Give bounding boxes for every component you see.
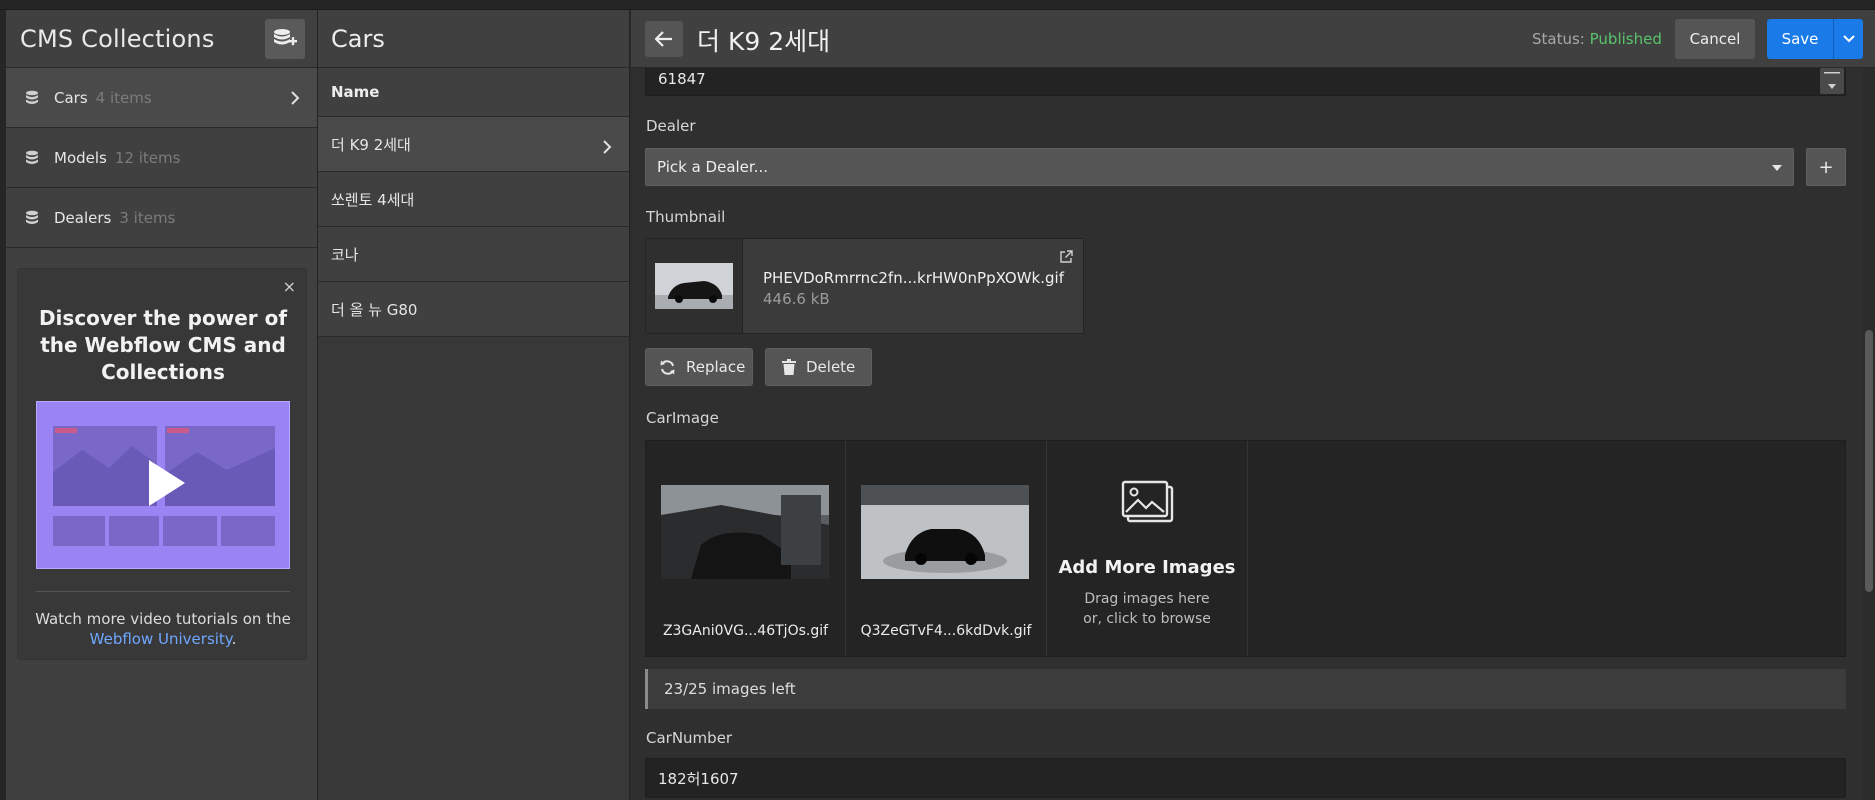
- replace-label: Replace: [686, 358, 746, 376]
- add-more-images-hint: Drag images here or, click to browse: [1047, 589, 1247, 629]
- add-collection-icon: [274, 29, 297, 46]
- collection-item-dealers[interactable]: Dealers 3 items: [6, 188, 317, 248]
- status-label: Status:: [1532, 30, 1585, 48]
- items-panel: Cars Name 더 K9 2세대 쏘렌토 4세대 코나 더 올 뉴 G80: [318, 10, 630, 800]
- promo-heading: Discover the power of the Webflow CMS an…: [38, 306, 288, 384]
- collection-count: 4 items: [95, 88, 152, 107]
- promo-video-thumbnail[interactable]: [36, 401, 290, 569]
- collection-item-models[interactable]: Models 12 items: [6, 128, 317, 188]
- delete-button[interactable]: Delete: [765, 348, 872, 386]
- add-dealer-button[interactable]: +: [1806, 148, 1846, 186]
- gallery-image-item[interactable]: Z3GAni0VG...46TjOs.gif: [646, 441, 846, 656]
- carimage-gallery: Z3GAni0VG...46TjOs.gif Q3ZeGTvF4...6kdDv…: [645, 440, 1846, 657]
- chevron-down-icon: [1842, 35, 1855, 43]
- external-link-icon[interactable]: [1059, 250, 1073, 264]
- cancel-button[interactable]: Cancel: [1675, 19, 1755, 59]
- add-more-images-title: Add More Images: [1058, 557, 1236, 578]
- add-hint-line2: or, click to browse: [1083, 611, 1211, 627]
- dealer-label: Dealer: [646, 117, 696, 135]
- thumbnail-card: PHEVDoRmrrnc2fn...krHW0nPpXOWk.gif 446.6…: [645, 238, 1084, 334]
- trash-icon: [782, 359, 796, 375]
- promo-divider: [36, 591, 290, 592]
- carnumber-value: 182허1607: [658, 769, 739, 788]
- items-header: Cars: [318, 10, 629, 68]
- item-name: 더 K9 2세대: [331, 135, 411, 154]
- collection-count: 12 items: [114, 148, 181, 167]
- status-badge: Published: [1589, 30, 1662, 48]
- collection-name: Dealers: [54, 208, 112, 227]
- status-indicator: Status: Published: [1532, 30, 1662, 48]
- gallery-image: [861, 485, 1029, 579]
- images-icon: [1121, 480, 1174, 523]
- item-editor: 61847 Dealer Pick a Dealer... + Thumbnai…: [631, 10, 1875, 800]
- dealer-select-value: Pick a Dealer...: [657, 158, 769, 176]
- database-icon: [26, 150, 38, 164]
- window-top-strip: [0, 0, 1875, 10]
- gallery-image: [661, 485, 829, 579]
- scrollbar-thumb[interactable]: [1865, 330, 1873, 592]
- carnumber-label: CarNumber: [646, 729, 733, 747]
- add-hint-line1: Drag images here: [1084, 591, 1210, 607]
- editor-scrollbar[interactable]: [1863, 68, 1875, 800]
- promo-footer-text: Watch more video tutorials on the Webflo…: [32, 609, 294, 649]
- collection-name: Cars: [54, 88, 88, 107]
- save-options-button[interactable]: [1833, 19, 1863, 59]
- editor-header: 더 K9 2세대 Status: Published Cancel Save: [631, 10, 1875, 68]
- cms-promo-card: × Discover the power of the Webflow CMS …: [17, 268, 307, 660]
- carnumber-input[interactable]: 182허1607: [645, 758, 1846, 798]
- number-stepper[interactable]: [1820, 68, 1844, 94]
- collections-header: CMS Collections: [6, 10, 317, 68]
- save-label: Save: [1781, 30, 1819, 48]
- carimage-label: CarImage: [646, 409, 719, 427]
- chevron-down-icon: [1772, 165, 1782, 171]
- collection-count: 3 items: [119, 208, 176, 227]
- close-icon[interactable]: ×: [283, 277, 296, 296]
- item-name: 코나: [331, 245, 359, 264]
- save-button[interactable]: Save: [1767, 19, 1833, 59]
- database-icon: [26, 210, 38, 224]
- save-button-group: Save: [1767, 19, 1863, 59]
- thumbnail-filename: PHEVDoRmrrnc2fn...krHW0nPpXOWk.gif: [763, 269, 1064, 287]
- item-name: 더 올 뉴 G80: [331, 300, 418, 319]
- add-more-images-dropzone[interactable]: Add More Images Drag images here or, cli…: [1047, 441, 1248, 656]
- promo-text-end: .: [231, 630, 237, 648]
- gallery-image-filename: Z3GAni0VG...46TjOs.gif: [662, 623, 829, 639]
- dealer-select[interactable]: Pick a Dealer...: [645, 148, 1794, 186]
- video-preview-graphic: [37, 402, 289, 568]
- chevron-right-icon: [603, 140, 612, 154]
- add-collection-button[interactable]: [265, 19, 305, 59]
- list-item[interactable]: 코나: [318, 227, 629, 282]
- chevron-right-icon: [291, 91, 300, 105]
- gallery-image-filename: Q3ZeGTvF4...6kdDvk.gif: [860, 623, 1032, 639]
- thumbnail-image: [646, 239, 743, 333]
- replace-button[interactable]: Replace: [645, 348, 753, 386]
- list-item[interactable]: 더 올 뉴 G80: [318, 282, 629, 337]
- refresh-icon: [660, 359, 675, 375]
- number-field-value: 61847: [658, 70, 706, 88]
- database-icon: [26, 90, 38, 104]
- images-left-note: 23/25 images left: [645, 669, 1846, 709]
- arrow-left-icon: [655, 31, 672, 47]
- stepper-arrows-icon: [1824, 72, 1840, 89]
- list-item[interactable]: 쏘렌토 4세대: [318, 172, 629, 227]
- item-name: 쏘렌토 4세대: [331, 190, 415, 209]
- collection-name: Models: [54, 148, 107, 167]
- cancel-label: Cancel: [1689, 30, 1741, 48]
- collection-item-cars[interactable]: Cars 4 items: [6, 68, 317, 128]
- items-title: Cars: [331, 24, 385, 53]
- thumbnail-filesize: 446.6 kB: [763, 290, 830, 308]
- plus-icon: +: [1818, 156, 1834, 178]
- gallery-image-item[interactable]: Q3ZeGTvF4...6kdDvk.gif: [846, 441, 1047, 656]
- promo-text: Watch more video tutorials on the: [35, 610, 291, 628]
- collections-panel: CMS Collections Cars 4 items Models 12 i…: [6, 10, 318, 800]
- back-button[interactable]: [645, 21, 683, 57]
- delete-label: Delete: [806, 358, 856, 376]
- webflow-university-link[interactable]: Webflow University: [90, 630, 232, 648]
- item-title: 더 K9 2세대: [697, 27, 831, 56]
- collections-title: CMS Collections: [20, 24, 215, 53]
- list-item[interactable]: 더 K9 2세대: [318, 117, 629, 172]
- thumbnail-label: Thumbnail: [646, 208, 726, 226]
- column-header-name[interactable]: Name: [318, 68, 629, 117]
